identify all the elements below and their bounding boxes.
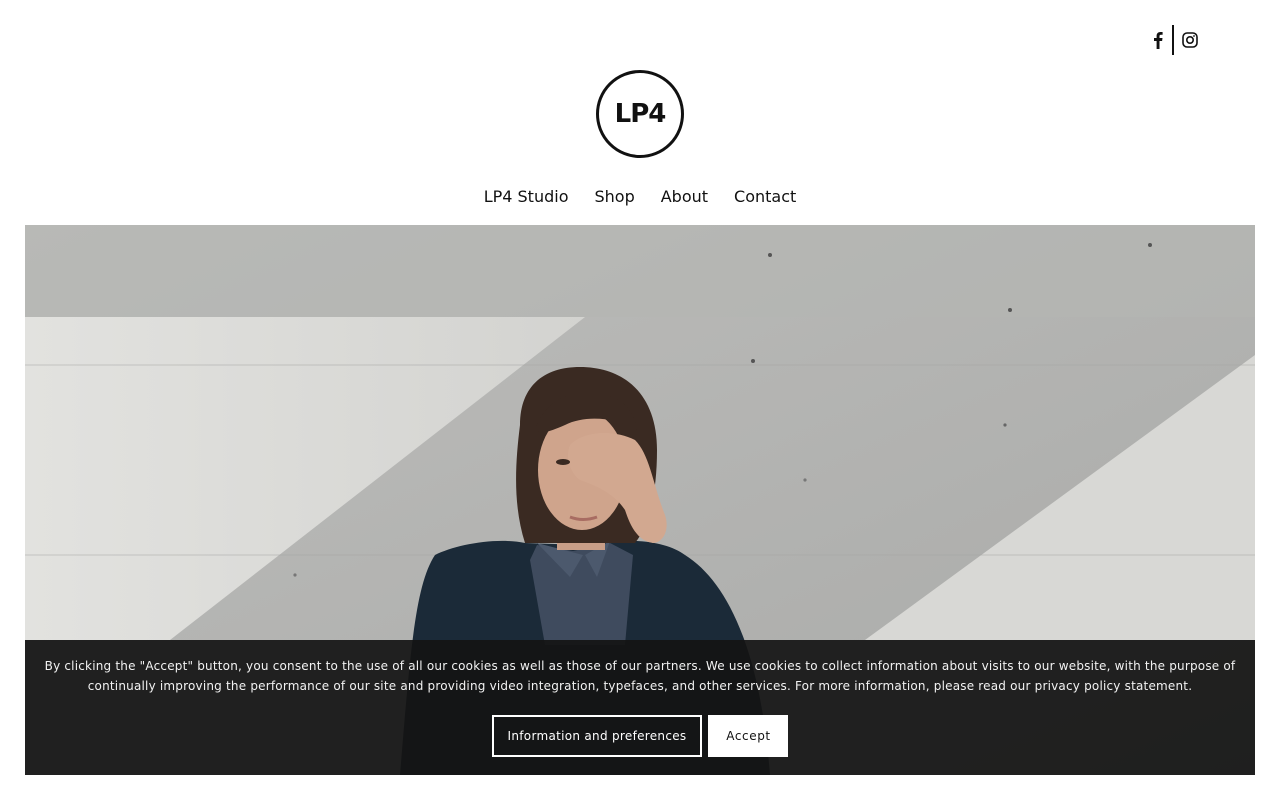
nav-item-shop[interactable]: Shop (594, 185, 634, 209)
nav-item-contact[interactable]: Contact (734, 185, 796, 209)
logo-text: LP4 (614, 99, 667, 129)
accept-button[interactable]: Accept (708, 715, 789, 757)
social-divider (1172, 25, 1174, 55)
nav-item-lp4-studio[interactable]: LP4 Studio (484, 185, 569, 209)
nav-item-about[interactable]: About (661, 185, 708, 209)
site-logo[interactable]: LP4 (595, 69, 685, 159)
page: LP4 LP4 Studio Shop About Contact By cli… (0, 0, 1280, 800)
cookie-banner: By clicking the "Accept" button, you con… (25, 640, 1255, 775)
main-nav: LP4 Studio Shop About Contact (0, 185, 1280, 209)
cookie-buttons: Information and preferences Accept (25, 715, 1255, 757)
social-links (1148, 25, 1200, 55)
information-preferences-button[interactable]: Information and preferences (491, 715, 703, 757)
cookie-text: By clicking the "Accept" button, you con… (44, 659, 1236, 693)
facebook-icon[interactable] (1148, 30, 1168, 50)
instagram-icon[interactable] (1180, 30, 1200, 50)
